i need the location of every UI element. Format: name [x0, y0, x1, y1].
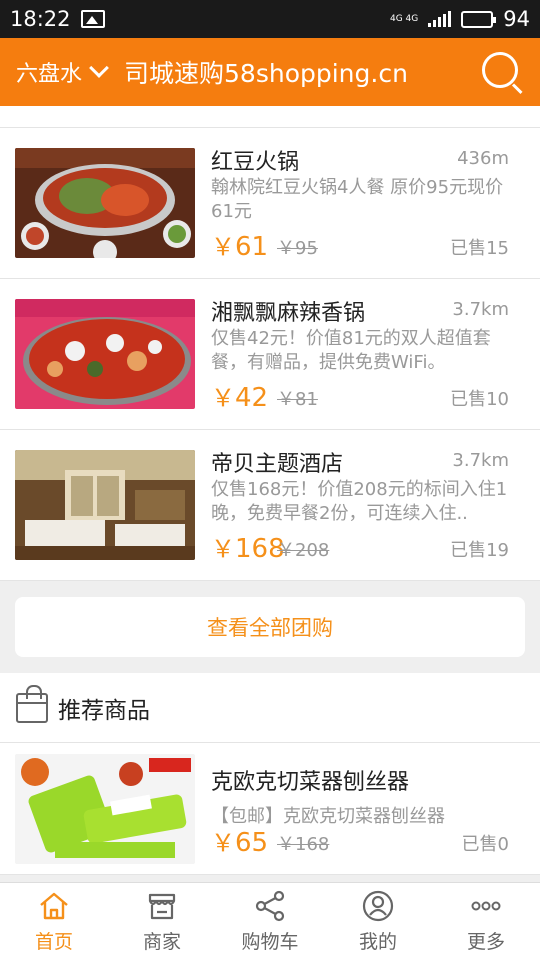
city-selector[interactable]: 六盘水 [16, 56, 109, 88]
deal-distance: 436m [457, 148, 509, 169]
nav-cart[interactable]: 购物车 [216, 883, 324, 960]
search-icon[interactable] [480, 50, 524, 95]
deal-sold-count: 已售15 [450, 238, 509, 259]
battery-level: 94 [503, 7, 530, 31]
deal-original-price: ￥95 [277, 238, 318, 259]
app-header: 六盘水 司城速购58shopping.cn [0, 38, 540, 106]
deal-sold-count: 已售10 [450, 389, 509, 410]
deal-description: 翰林院红豆火锅4人餐 原价95元现价61元 [211, 177, 504, 222]
deal-original-price: ￥208 [277, 540, 330, 561]
network-type: 4G 4G [390, 13, 419, 24]
nav-more[interactable]: 更多 [432, 883, 540, 960]
nav-label: 我的 [358, 931, 397, 953]
deal-name: 红豆火锅 [211, 150, 300, 175]
main-content: 红豆火锅 436m 翰林院红豆火锅4人餐 原价95元现价61元 ￥61 ￥95 … [0, 106, 540, 882]
chevron-down-icon [89, 58, 109, 78]
nav-profile[interactable]: 我的 [324, 883, 432, 960]
deal-description: 仅售168元！价值208元的标间入住1晚，免费早餐2份，可连续入住.. [211, 479, 508, 524]
product-price: ￥65 [211, 827, 269, 858]
product-name: 克欧克切菜器刨丝器 [211, 769, 410, 795]
deal-original-price: ￥81 [277, 389, 318, 410]
deal-image-spicy-pot [15, 299, 195, 409]
product-original-price: ￥168 [277, 833, 330, 855]
nav-label: 商家 [142, 931, 181, 953]
deal-price: ￥61 [211, 232, 269, 262]
view-all-deals-button[interactable]: 查看全部团购 [15, 597, 525, 657]
nav-store[interactable]: 商家 [108, 883, 216, 960]
deal-price: ￥42 [211, 383, 269, 413]
share-icon [255, 890, 285, 922]
list-top-edge [0, 106, 540, 128]
deal-description: 仅售42元！价值81元的双人超值套餐，有赠品，提供免费WiFi。 [211, 328, 491, 373]
city-name: 六盘水 [16, 62, 83, 87]
product-item[interactable]: 克欧克切菜器刨丝器 【包邮】克欧克切菜器刨丝器 ￥65 ￥168 已售0 [0, 743, 540, 875]
signal-icon [428, 11, 452, 27]
deal-sold-count: 已售19 [450, 540, 509, 561]
nav-home[interactable]: 首页 [0, 883, 108, 960]
deal-distance: 3.7km [452, 450, 509, 471]
status-bar: 18:22 4G 4G 94 [0, 0, 540, 38]
battery-icon [461, 10, 497, 28]
deal-distance: 3.7km [452, 299, 509, 320]
deal-item[interactable]: 帝贝主题酒店 3.7km 仅售168元！价值208元的标间入住1晚，免费早餐2份… [0, 430, 540, 581]
deal-name: 湘飘飘麻辣香锅 [211, 301, 366, 326]
nav-label: 首页 [34, 931, 73, 953]
deal-item[interactable]: 湘飘飘麻辣香锅 3.7km 仅售42元！价值81元的双人超值套餐，有赠品，提供免… [0, 279, 540, 430]
user-icon [362, 890, 394, 922]
nav-label: 购物车 [241, 931, 299, 953]
deal-image-hotpot [15, 148, 195, 258]
status-time: 18:22 [10, 7, 71, 31]
image-notification-icon [80, 10, 105, 28]
nav-label: 更多 [466, 931, 505, 953]
deal-item[interactable]: 红豆火锅 436m 翰林院红豆火锅4人餐 原价95元现价61元 ￥61 ￥95 … [0, 128, 540, 279]
section-title: 推荐商品 [58, 697, 150, 724]
deal-price: ￥168 [211, 534, 285, 564]
deal-image-hotel [15, 450, 195, 560]
product-sold-count: 已售0 [461, 833, 509, 855]
more-icon [471, 901, 501, 911]
recommend-section-header: 推荐商品 [0, 673, 540, 743]
product-image-slicer [15, 753, 195, 864]
store-icon [148, 893, 176, 920]
home-icon [40, 892, 68, 920]
shopping-bag-icon [16, 684, 48, 723]
site-title: 司城速购58shopping.cn [124, 59, 408, 88]
bottom-navigation: 首页 商家 购物车 我的 更多 [0, 882, 540, 960]
deal-name: 帝贝主题酒店 [211, 452, 344, 477]
view-all-container: 查看全部团购 [0, 581, 540, 673]
